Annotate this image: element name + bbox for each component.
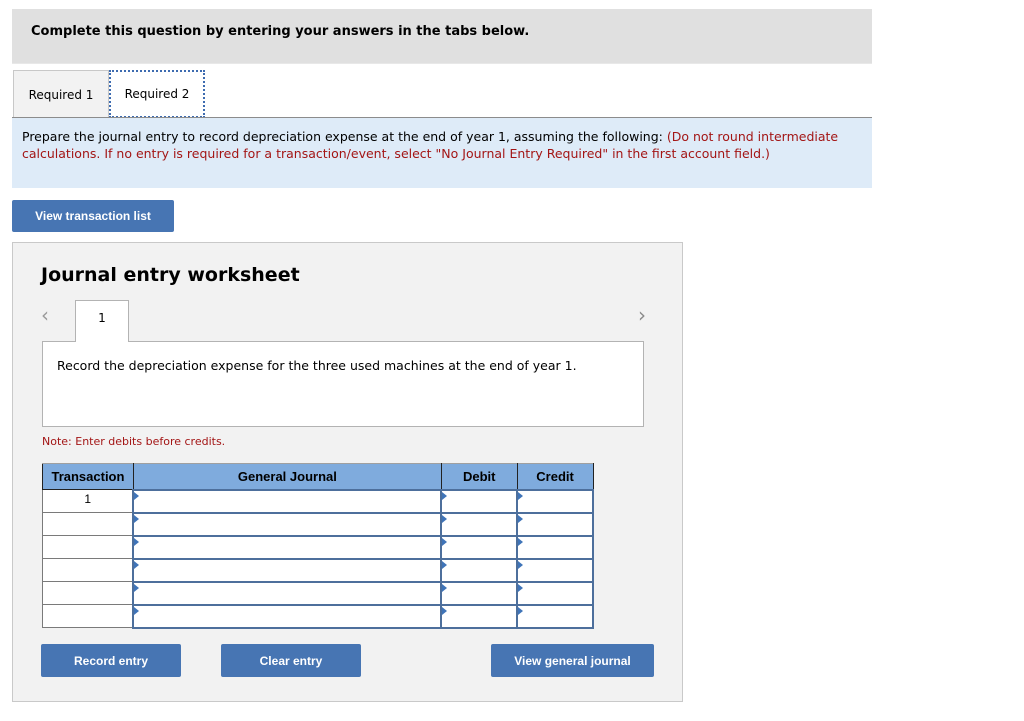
chevron-right-icon[interactable]: › <box>638 303 646 327</box>
journal-row: 1 <box>42 488 594 514</box>
account-select[interactable] <box>132 488 443 514</box>
debit-input[interactable] <box>440 580 519 606</box>
journal-row <box>42 603 594 629</box>
account-select[interactable] <box>132 557 443 583</box>
journal-row <box>42 511 594 537</box>
debits-credits-note: Note: Enter debits before credits. <box>42 435 226 448</box>
cell-marker-icon <box>518 606 524 615</box>
credit-input[interactable] <box>516 534 594 560</box>
debit-input[interactable] <box>440 511 519 537</box>
tab-required-2[interactable]: Required 2 <box>109 70 205 118</box>
account-select[interactable] <box>132 603 443 629</box>
debit-input[interactable] <box>440 557 519 583</box>
transaction-number <box>42 581 134 605</box>
instructions-text: Prepare the journal entry to record depr… <box>22 129 667 144</box>
cell-marker-icon <box>442 491 448 500</box>
cell-marker-icon <box>442 560 448 569</box>
account-select[interactable] <box>132 534 443 560</box>
cell-marker-icon <box>134 560 140 569</box>
worksheet-title: Journal entry worksheet <box>41 264 300 286</box>
journal-row <box>42 534 594 560</box>
transaction-number <box>42 558 134 582</box>
chevron-left-icon[interactable]: ‹ <box>41 303 49 327</box>
transaction-number <box>42 512 134 536</box>
header-general-journal: General Journal <box>132 463 442 490</box>
cell-marker-icon <box>442 537 448 546</box>
cell-marker-icon <box>518 583 524 592</box>
instructions-box: Prepare the journal entry to record depr… <box>12 118 872 188</box>
cell-marker-icon <box>518 537 524 546</box>
entry-description: Record the depreciation expense for the … <box>42 341 644 427</box>
transaction-number <box>42 604 134 628</box>
cell-marker-icon <box>442 606 448 615</box>
transaction-number: 1 <box>42 489 134 513</box>
header-debit: Debit <box>440 463 518 490</box>
credit-input[interactable] <box>516 488 594 514</box>
cell-marker-icon <box>134 514 140 523</box>
debit-input[interactable] <box>440 603 519 629</box>
entry-tab-1[interactable]: 1 <box>75 300 129 342</box>
journal-table: Transaction General Journal Debit Credit… <box>42 463 594 629</box>
tab-required-1[interactable]: Required 1 <box>13 70 109 118</box>
debit-input[interactable] <box>440 534 519 560</box>
journal-header-row: Transaction General Journal Debit Credit <box>42 463 594 490</box>
header-transaction: Transaction <box>42 463 134 490</box>
header-credit: Credit <box>516 463 594 490</box>
cell-marker-icon <box>518 560 524 569</box>
record-entry-button[interactable]: Record entry <box>41 644 181 677</box>
credit-input[interactable] <box>516 557 594 583</box>
journal-row <box>42 557 594 583</box>
question-header-title: Complete this question by entering your … <box>31 24 530 39</box>
credit-input[interactable] <box>516 511 594 537</box>
account-select[interactable] <box>132 580 443 606</box>
cell-marker-icon <box>134 491 140 500</box>
journal-entry-worksheet: Journal entry worksheet ‹ › 1 Record the… <box>12 242 683 702</box>
view-general-journal-button[interactable]: View general journal <box>491 644 654 677</box>
debit-input[interactable] <box>440 488 519 514</box>
cell-marker-icon <box>134 583 140 592</box>
account-select[interactable] <box>132 511 443 537</box>
question-header: Complete this question by entering your … <box>12 9 872 64</box>
credit-input[interactable] <box>516 580 594 606</box>
cell-marker-icon <box>134 606 140 615</box>
view-transaction-list-button[interactable]: View transaction list <box>12 200 174 232</box>
cell-marker-icon <box>442 583 448 592</box>
cell-marker-icon <box>518 514 524 523</box>
cell-marker-icon <box>442 514 448 523</box>
journal-row <box>42 580 594 606</box>
transaction-number <box>42 535 134 559</box>
cell-marker-icon <box>518 491 524 500</box>
cell-marker-icon <box>134 537 140 546</box>
credit-input[interactable] <box>516 603 594 629</box>
clear-entry-button[interactable]: Clear entry <box>221 644 361 677</box>
required-tabs: Required 1 Required 2 <box>12 70 872 118</box>
